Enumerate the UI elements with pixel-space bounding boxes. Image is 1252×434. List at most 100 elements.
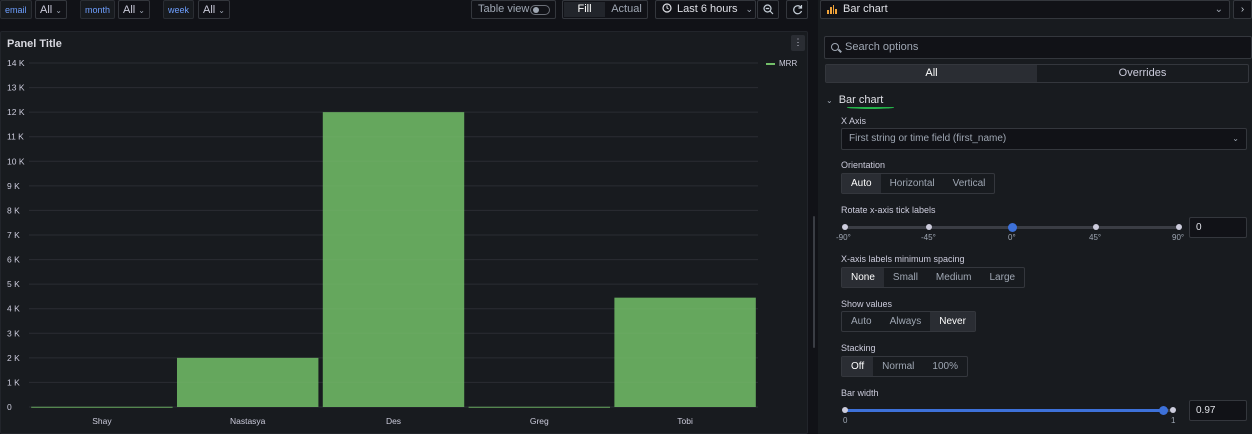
rotate-label: Rotate x-axis tick labels <box>841 205 936 215</box>
spacing-none[interactable]: None <box>842 268 884 287</box>
time-range-picker[interactable]: Last 6 hours ⌄ <box>655 0 756 19</box>
search-icon <box>831 43 839 51</box>
min-spacing-radio-group: None Small Medium Large <box>841 267 1026 288</box>
show-values-auto[interactable]: Auto <box>842 312 881 331</box>
bar <box>614 297 756 407</box>
bar-chart: 0 1 K 2 K 3 K 4 K 5 K 6 K 7 K 8 K 9 K 10 K 11 K 12 K… <box>7 58 758 426</box>
pane-resize-handle[interactable] <box>813 216 815 348</box>
chart-panel: Panel Title ⋮ 01 K2 K3 K4 K5 K6 K7 K8 K9… <box>0 31 808 434</box>
fill-option[interactable]: Fill <box>564 2 605 17</box>
stacking-radio-group: Off Normal 100% <box>841 356 968 377</box>
actual-option[interactable]: Actual <box>606 1 647 18</box>
collapse-pane-button[interactable]: › <box>1233 0 1252 19</box>
slider-mark <box>926 224 932 230</box>
variable-value: All <box>123 4 136 16</box>
x-tick-label: Nastasya <box>230 416 266 426</box>
bar-width-slider-fill <box>845 409 1163 412</box>
refresh-icon <box>792 5 802 15</box>
slider-tick-label: 90° <box>1172 233 1185 242</box>
options-tabs: All Overrides <box>825 64 1249 83</box>
y-tick-label: 10 K <box>7 156 25 166</box>
time-range-label: Last 6 hours <box>677 3 738 15</box>
variable-label-month: month <box>80 0 116 19</box>
spacing-small[interactable]: Small <box>884 268 927 287</box>
show-values-radio-group: Auto Always Never <box>841 311 976 332</box>
rotate-slider-handle[interactable] <box>1008 223 1017 232</box>
y-tick-label: 11 K <box>7 132 24 142</box>
bar-width-value-input[interactable]: 0.97 <box>1189 400 1247 421</box>
zoom-out-icon <box>762 4 773 15</box>
y-tick-label: 3 K <box>7 328 20 338</box>
stacking-normal[interactable]: Normal <box>873 357 923 376</box>
table-view-label: Table view <box>478 3 530 15</box>
bar <box>322 112 465 408</box>
slider-mark <box>1170 407 1176 413</box>
tab-all[interactable]: All <box>826 65 1037 82</box>
show-values-never[interactable]: Never <box>930 312 975 331</box>
slider-tick-label: 1 <box>1171 416 1176 425</box>
slider-tick-label: -45° <box>921 233 936 242</box>
y-tick-label: 13 K <box>7 83 25 93</box>
tab-overrides[interactable]: Overrides <box>1037 65 1248 82</box>
x-tick-label: Des <box>386 416 401 426</box>
spacing-large[interactable]: Large <box>981 268 1025 287</box>
y-tick-label: 4 K <box>7 304 20 314</box>
refresh-button[interactable] <box>786 0 808 19</box>
orientation-vertical[interactable]: Vertical <box>944 174 995 193</box>
y-tick-label: 14 K <box>7 58 25 68</box>
slider-tick-label: 0° <box>1008 233 1016 242</box>
orientation-radio-group: Auto Horizontal Vertical <box>841 173 996 194</box>
viz-name: Bar chart <box>843 3 888 15</box>
slider-mark <box>842 224 848 230</box>
fill-actual-switch: Fill Actual <box>562 0 648 19</box>
y-tick-label: 12 K <box>7 107 25 117</box>
x-axis-value: First string or time field (first_name) <box>849 133 1007 144</box>
slider-tick-label: -90° <box>836 233 851 242</box>
legend[interactable]: MRR <box>766 59 797 68</box>
bar-width-slider-handle[interactable] <box>1159 406 1168 415</box>
chevron-down-icon: ⌄ <box>218 6 225 15</box>
x-tick-label: Tobi <box>677 416 693 426</box>
y-tick-label: 9 K <box>7 181 20 191</box>
x-axis-label: X Axis <box>841 116 867 126</box>
variable-select-week[interactable]: All ⌄ <box>198 0 230 19</box>
variable-select-month[interactable]: All ⌄ <box>118 0 150 19</box>
search-options-input[interactable]: Search options <box>824 36 1252 59</box>
stacking-percent[interactable]: 100% <box>923 357 967 376</box>
y-tick-label: 1 K <box>7 377 20 387</box>
x-axis-select[interactable]: First string or time field (first_name) ⌄ <box>841 128 1247 150</box>
chevron-down-icon: ⌄ <box>1232 134 1239 143</box>
slider-mark <box>842 407 848 413</box>
y-tick-label: 2 K <box>7 353 20 363</box>
section-header-bar-chart[interactable]: ⌄ Bar chart <box>826 94 883 106</box>
chevron-down-icon: ⌄ <box>745 4 754 14</box>
orientation-label: Orientation <box>841 160 886 170</box>
y-tick-label: 6 K <box>7 255 20 265</box>
rotate-value-input[interactable]: 0 <box>1189 217 1247 238</box>
search-placeholder: Search options <box>845 41 919 53</box>
zoom-out-button[interactable] <box>757 0 779 19</box>
slider-tick-label: 0 <box>843 416 848 425</box>
orientation-horizontal[interactable]: Horizontal <box>881 174 944 193</box>
table-view-toggle[interactable]: Table view <box>471 0 556 19</box>
spacing-medium[interactable]: Medium <box>927 268 981 287</box>
orientation-auto[interactable]: Auto <box>842 174 881 193</box>
slider-mark <box>1176 224 1182 230</box>
y-tick-label: 8 K <box>7 205 20 215</box>
toggle-switch[interactable] <box>530 5 550 15</box>
variable-label-email: email <box>0 0 32 19</box>
x-tick-label: Shay <box>92 416 112 426</box>
stacking-off[interactable]: Off <box>842 357 874 376</box>
stacking-label: Stacking <box>841 343 876 353</box>
variables-bar: email All ⌄ month All ⌄ week All ⌄ Table vi… <box>0 0 812 20</box>
variable-label-week: week <box>163 0 195 19</box>
visualization-picker[interactable]: Bar chart ⌄ <box>820 0 1230 19</box>
bar-chart-icon <box>827 5 837 14</box>
y-tick-label: 7 K <box>7 230 20 240</box>
show-values-label: Show values <box>841 299 893 309</box>
slider-tick-label: 45° <box>1089 233 1102 242</box>
chevron-down-icon: ⌄ <box>55 6 62 15</box>
show-values-always[interactable]: Always <box>881 312 931 331</box>
variable-select-email[interactable]: All ⌄ <box>35 0 67 19</box>
bar-width-label: Bar width <box>841 388 879 398</box>
